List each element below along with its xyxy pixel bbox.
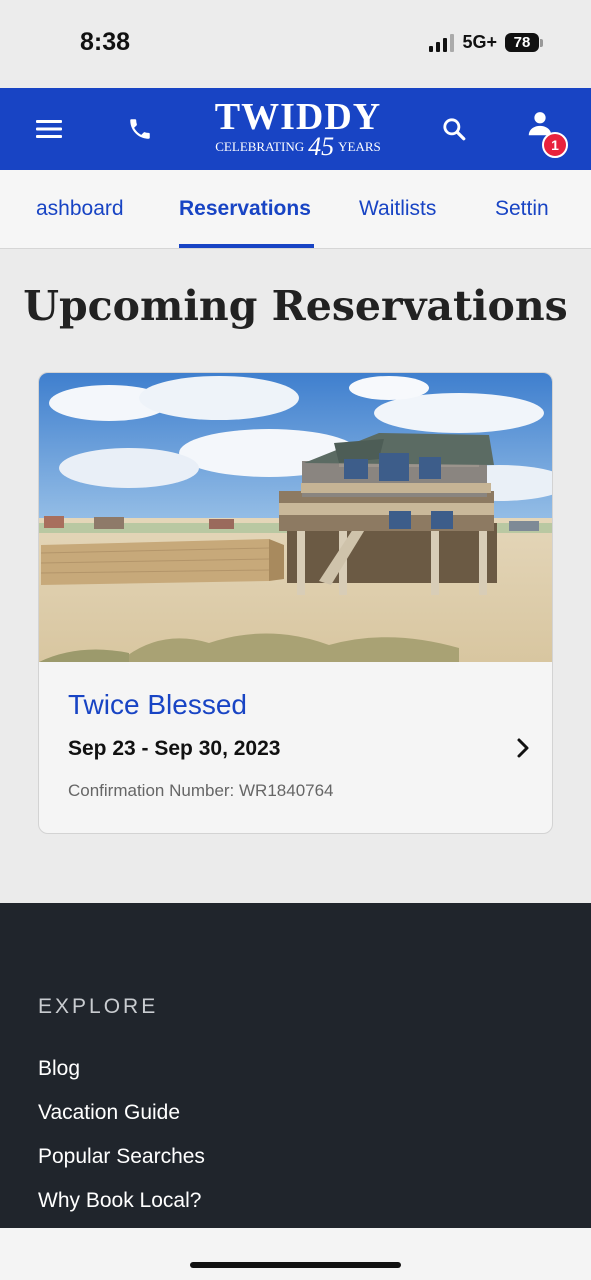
logo-celebrating: CELEBRATING bbox=[215, 139, 305, 154]
twiddy-logo[interactable]: TWIDDY CELEBRATING 45 YEARS bbox=[205, 98, 391, 160]
footer-link-vacation-guide[interactable]: Vacation Guide bbox=[38, 1101, 180, 1125]
confirmation-number: Confirmation Number: WR1840764 bbox=[68, 781, 334, 800]
app-header: TWIDDY CELEBRATING 45 YEARS 1 bbox=[0, 88, 591, 170]
logo-anniversary-number: 45 bbox=[308, 132, 335, 161]
phone-icon bbox=[130, 119, 150, 139]
tab-reservations[interactable]: Reservations bbox=[179, 197, 311, 221]
status-indicators: 5G+ 78 bbox=[429, 32, 543, 53]
home-indicator[interactable] bbox=[190, 1262, 401, 1268]
reservation-dates: Sep 23 - Sep 30, 2023 bbox=[68, 737, 281, 760]
tab-settings[interactable]: Settin bbox=[495, 197, 549, 221]
tab-dashboard[interactable]: ashboard bbox=[36, 197, 124, 221]
active-tab-indicator bbox=[179, 244, 314, 248]
search-icon bbox=[443, 118, 466, 141]
account-button[interactable]: 1 bbox=[512, 88, 578, 170]
open-reservation-button[interactable] bbox=[516, 737, 530, 764]
property-photo bbox=[39, 373, 552, 662]
status-bar: 8:38 5G+ 78 bbox=[0, 0, 591, 88]
menu-button[interactable] bbox=[19, 88, 79, 170]
network-label: 5G+ bbox=[462, 32, 497, 52]
hamburger-menu-icon bbox=[36, 120, 62, 138]
signal-icon bbox=[429, 33, 455, 52]
footer-link-why-book-local[interactable]: Why Book Local? bbox=[38, 1189, 201, 1213]
logo-years: YEARS bbox=[338, 139, 381, 154]
footer-link-blog[interactable]: Blog bbox=[38, 1057, 80, 1081]
battery-icon: 78 bbox=[505, 33, 543, 52]
logo-wordmark: TWIDDY bbox=[214, 96, 382, 138]
battery-level: 78 bbox=[505, 33, 539, 52]
page-title: Upcoming Reservations bbox=[23, 282, 568, 330]
site-footer: EXPLORE Blog Vacation Guide Popular Sear… bbox=[0, 903, 591, 1228]
logo-tagline: CELEBRATING 45 YEARS bbox=[205, 132, 391, 161]
tab-waitlists[interactable]: Waitlists bbox=[359, 197, 436, 221]
status-time: 8:38 bbox=[80, 28, 131, 56]
footer-heading-explore: EXPLORE bbox=[38, 995, 159, 1018]
call-button[interactable] bbox=[110, 88, 170, 170]
notification-badge: 1 bbox=[542, 132, 568, 158]
account-tabs: ashboard Reservations Waitlists Settin bbox=[0, 170, 591, 249]
footer-link-popular-searches[interactable]: Popular Searches bbox=[38, 1145, 205, 1169]
search-button[interactable] bbox=[424, 88, 484, 170]
chevron-right-icon bbox=[517, 738, 529, 758]
home-bar-area bbox=[0, 1228, 591, 1280]
property-name[interactable]: Twice Blessed bbox=[68, 689, 247, 721]
reservation-card[interactable]: Twice Blessed Sep 23 - Sep 30, 2023 Conf… bbox=[38, 372, 553, 834]
